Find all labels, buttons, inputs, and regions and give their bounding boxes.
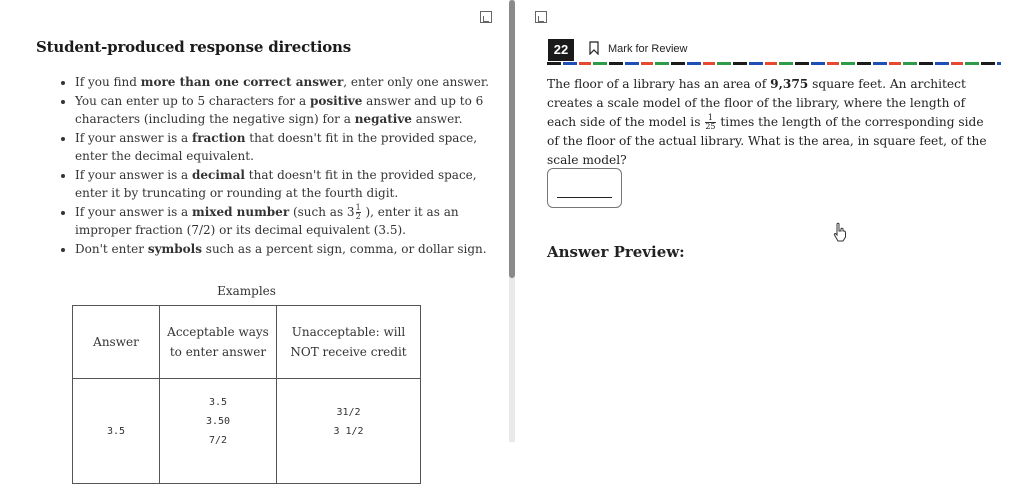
- mixed-number-fraction: 12: [355, 202, 361, 221]
- column-header: Answer: [72, 305, 160, 379]
- directions-panel: Student-produced response directions If …: [0, 0, 508, 484]
- answer-input[interactable]: [547, 168, 622, 208]
- hand-pointer-icon: [833, 222, 846, 242]
- question-text: The floor of a library has an area of 9,…: [547, 77, 987, 167]
- table-cell: 3.5 3.50 7/2: [159, 378, 277, 484]
- rule-item: You can enter up to 5 characters for a p…: [75, 92, 495, 129]
- rule-item: If you find more than one correct answer…: [75, 73, 495, 92]
- question-number: 22: [548, 39, 574, 61]
- scale-fraction: 1 25: [705, 113, 716, 131]
- column-header: Unacceptable: will NOT receive credit: [276, 305, 421, 379]
- directions-list: If you find more than one correct answer…: [60, 73, 495, 258]
- unacceptable-value: 3 1/2: [333, 426, 364, 437]
- column-header: Acceptable ways to enter answer: [159, 305, 277, 379]
- unacceptable-value: 31/2: [336, 407, 361, 418]
- examples-table: Answer Acceptable ways to enter answer U…: [72, 305, 421, 484]
- acceptable-value: 7/2: [208, 435, 228, 446]
- table-cell: 31/2 3 1/2: [276, 378, 421, 484]
- header-stripe: [547, 62, 1001, 65]
- acceptable-value: 3.50: [205, 416, 231, 427]
- expand-icon[interactable]: [480, 11, 492, 23]
- directions-title: Student-produced response directions: [36, 38, 351, 56]
- table-row: 3.5 3.5 3.50 7/2 31/2 3 1/2: [72, 378, 421, 484]
- mark-for-review-button[interactable]: Mark for Review: [608, 43, 687, 55]
- answer-underline: [557, 197, 612, 198]
- answer-preview-label: Answer Preview:: [547, 243, 685, 261]
- table-cell: 3.5: [72, 378, 160, 484]
- collapse-icon[interactable]: [535, 11, 547, 23]
- rule-item: If your answer is a mixed number (such a…: [75, 203, 495, 240]
- question-panel: [515, 0, 1024, 442]
- acceptable-value: 3.5: [208, 397, 228, 408]
- table-header-row: Answer Acceptable ways to enter answer U…: [72, 305, 421, 379]
- examples-caption: Examples: [217, 284, 276, 298]
- bookmark-icon[interactable]: [589, 41, 599, 55]
- rule-item: Don't enter symbols such as a percent si…: [75, 240, 495, 259]
- rule-item: If your answer is a decimal that doesn't…: [75, 166, 495, 203]
- rule-item: If your answer is a fraction that doesn'…: [75, 129, 495, 166]
